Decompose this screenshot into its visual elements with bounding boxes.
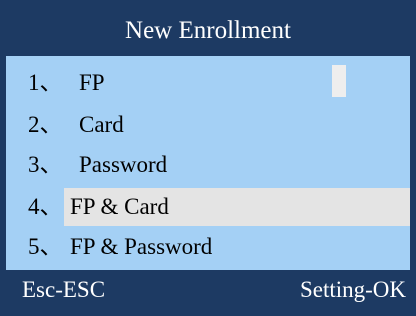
menu-item-password[interactable]: 3、 Password xyxy=(6,146,410,184)
screen-title: New Enrollment xyxy=(6,6,410,56)
menu-item-label: FP & Password xyxy=(70,234,213,259)
menu-item-label: Password xyxy=(79,152,168,177)
menu-item-fp[interactable]: 1、 FP xyxy=(6,64,410,102)
menu-item-number: 3、 xyxy=(28,152,63,177)
soft-key-bar: Esc-ESC Setting-OK xyxy=(6,270,410,310)
device-screen: New Enrollment 1、 FP 2、 Card 3、 Password… xyxy=(0,0,416,316)
menu-item-fp-and-card[interactable]: 4、 FP & Card xyxy=(6,188,410,226)
enrollment-menu: 1、 FP 2、 Card 3、 Password 4、 FP & Card 5… xyxy=(6,56,410,270)
menu-item-label: Card xyxy=(79,112,124,137)
menu-item-number: 5、 xyxy=(28,234,63,259)
menu-item-label: FP & Card xyxy=(70,194,169,219)
esc-softkey[interactable]: Esc-ESC xyxy=(22,270,105,310)
menu-item-fp-and-password[interactable]: 5、 FP & Password xyxy=(6,228,410,266)
menu-item-number: 1、 xyxy=(28,70,63,95)
menu-item-number: 4、 xyxy=(28,194,63,219)
menu-item-label: FP xyxy=(79,70,105,95)
menu-item-number: 2、 xyxy=(28,112,63,137)
menu-item-card[interactable]: 2、 Card xyxy=(6,106,410,144)
ok-softkey[interactable]: Setting-OK xyxy=(300,270,406,310)
